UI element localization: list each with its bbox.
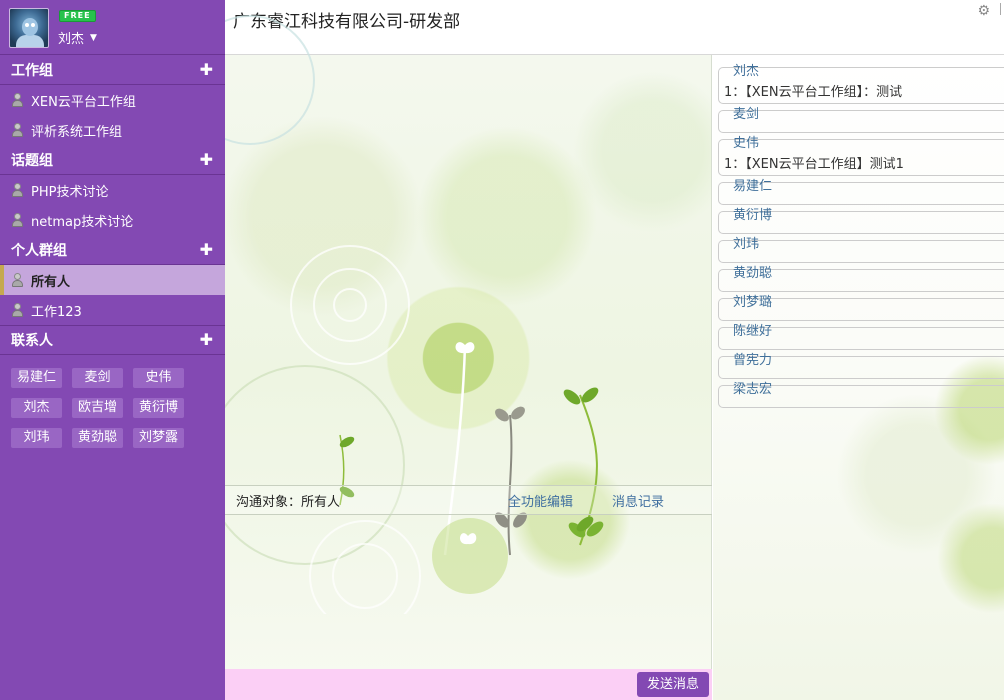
member-item[interactable]: 刘杰 1：【XEN云平台工作组】：测试	[718, 64, 1004, 104]
member-list: 刘杰 1：【XEN云平台工作组】：测试麦剑史伟 1：【XEN云平台工作组】测试1 易建…	[713, 55, 1004, 408]
group-item-label: 工作123	[31, 304, 82, 320]
person-icon	[11, 182, 25, 198]
contact-chip[interactable]: 黄劲聪	[72, 428, 124, 448]
group-item[interactable]: 评析系统工作组	[0, 115, 225, 145]
person-icon	[11, 302, 25, 318]
member-item[interactable]: 黄劲聪	[718, 266, 1004, 292]
member-name: 麦剑	[733, 107, 760, 122]
sidebar: FREE 刘杰 ▼ 工作组 ✚ XEN云平台工作组 评析系统工作组话题组 ✚ PHP技术讨…	[0, 0, 225, 700]
member-box: 史伟 1：【XEN云平台工作组】测试1	[718, 136, 1004, 176]
member-box: 曾宪力	[718, 353, 1004, 379]
group-header: 个人群组 ✚	[0, 235, 225, 265]
avatar[interactable]	[9, 8, 49, 48]
contact-chip[interactable]: 易建仁	[11, 368, 63, 388]
member-message: 1：【XEN云平台工作组】：测试	[724, 85, 903, 100]
member-item[interactable]: 曾宪力	[718, 353, 1004, 379]
group-item[interactable]: XEN云平台工作组	[0, 85, 225, 115]
header: 广东睿江科技有限公司-研发部 ⚙	[225, 0, 1004, 55]
contact-chip[interactable]: 史伟	[133, 368, 185, 388]
member-box: 黄劲聪	[718, 266, 1004, 292]
member-box: 陈继好	[718, 324, 1004, 350]
group-title: 个人群组	[11, 242, 67, 259]
member-name: 刘梦璐	[733, 295, 773, 310]
add-group-icon[interactable]: ✚	[200, 151, 213, 168]
group-item[interactable]: PHP技术讨论	[0, 175, 225, 205]
username: 刘杰	[58, 32, 85, 47]
caret-down-icon: ▼	[90, 32, 97, 43]
person-icon	[11, 122, 25, 138]
member-name: 曾宪力	[733, 353, 773, 368]
add-group-icon[interactable]: ✚	[200, 61, 213, 78]
full-edit-link[interactable]: 全功能编辑	[508, 491, 573, 510]
contact-chip[interactable]: 麦剑	[72, 368, 124, 388]
group-item-label: XEN云平台工作组	[31, 94, 136, 110]
member-name: 刘玮	[733, 237, 760, 252]
group-item-label: 所有人	[31, 274, 71, 290]
group-item-label: netmap技术讨论	[31, 214, 134, 230]
free-badge: FREE	[59, 10, 96, 22]
member-panel: 刘杰 1：【XEN云平台工作组】：测试麦剑史伟 1：【XEN云平台工作组】测试1 易建…	[713, 55, 1004, 700]
member-box: 黄衍博	[718, 208, 1004, 234]
member-item[interactable]: 易建仁	[718, 179, 1004, 205]
member-name: 刘杰	[733, 64, 760, 79]
settings-icon[interactable]: ⚙	[977, 3, 990, 19]
member-item[interactable]: 史伟 1：【XEN云平台工作组】测试1	[718, 136, 1004, 176]
member-message: 1：【XEN云平台工作组】测试1	[724, 157, 904, 172]
member-item[interactable]: 陈继好	[718, 324, 1004, 350]
contact-chip[interactable]: 刘梦露	[133, 428, 185, 448]
decor-ring	[333, 288, 367, 322]
member-item[interactable]: 刘梦璐	[718, 295, 1004, 321]
message-input[interactable]	[225, 516, 712, 614]
member-box: 刘杰 1：【XEN云平台工作组】：测试	[718, 64, 1004, 104]
member-item[interactable]: 梁志宏	[718, 382, 1004, 408]
message-history-link[interactable]: 消息记录	[612, 491, 664, 510]
member-box: 刘梦璐	[718, 295, 1004, 321]
group-item-label: PHP技术讨论	[31, 184, 109, 200]
contacts-title: 联系人	[11, 333, 53, 349]
user-menu[interactable]: 刘杰 ▼	[58, 28, 97, 47]
member-name: 梁志宏	[733, 382, 773, 397]
add-group-icon[interactable]: ✚	[200, 241, 213, 258]
contact-chip[interactable]: 刘杰	[11, 398, 63, 418]
person-icon	[11, 272, 25, 288]
member-name: 陈继好	[733, 324, 773, 339]
person-icon	[11, 212, 25, 228]
group-list: 工作组 ✚ XEN云平台工作组 评析系统工作组话题组 ✚ PHP技术讨论 netmap技术讨…	[0, 55, 225, 325]
member-box: 麦剑	[718, 107, 1004, 133]
input-decoration	[309, 516, 594, 614]
member-name: 史伟	[733, 136, 760, 151]
group-item[interactable]: 所有人	[0, 265, 225, 295]
group-item[interactable]: 工作123	[0, 295, 225, 325]
member-name: 黄劲聪	[733, 266, 773, 281]
add-contact-icon[interactable]: ✚	[200, 332, 213, 348]
member-name: 黄衍博	[733, 208, 773, 223]
member-box: 易建仁	[718, 179, 1004, 205]
member-item[interactable]: 黄衍博	[718, 208, 1004, 234]
send-bar: 发送消息	[225, 669, 712, 700]
group-item[interactable]: netmap技术讨论	[0, 205, 225, 235]
contact-chip[interactable]: 黄衍博	[133, 398, 185, 418]
member-item[interactable]: 麦剑	[718, 107, 1004, 133]
contacts-header: 联系人 ✚	[0, 325, 225, 355]
person-icon	[11, 92, 25, 108]
group-item-label: 评析系统工作组	[31, 124, 123, 140]
member-name: 易建仁	[733, 179, 773, 194]
contact-chip[interactable]: 欧吉增	[72, 398, 124, 418]
group-title: 工作组	[11, 62, 53, 79]
chat-target-label: 沟通对象：所有人	[236, 494, 341, 510]
group-title: 话题组	[11, 152, 53, 169]
chat-toolbar: 沟通对象：所有人 全功能编辑 消息记录	[225, 485, 712, 515]
user-profile: FREE 刘杰 ▼	[0, 0, 225, 55]
main-area: 广东睿江科技有限公司-研发部 ⚙ 沟通对象：所有人 全功能编辑 消息记录 发送消…	[225, 0, 1004, 700]
group-header: 工作组 ✚	[0, 55, 225, 85]
contact-list: 易建仁 麦剑 史伟刘杰 欧吉增 黄衍博刘玮 黄劲聪 刘梦露	[0, 355, 225, 461]
group-header: 话题组 ✚	[0, 145, 225, 175]
member-item[interactable]: 刘玮	[718, 237, 1004, 263]
panel-edge-icon	[1000, 3, 1004, 15]
member-box: 刘玮	[718, 237, 1004, 263]
member-box: 梁志宏	[718, 382, 1004, 408]
contact-chip[interactable]: 刘玮	[11, 428, 63, 448]
send-message-button[interactable]: 发送消息	[636, 672, 709, 697]
